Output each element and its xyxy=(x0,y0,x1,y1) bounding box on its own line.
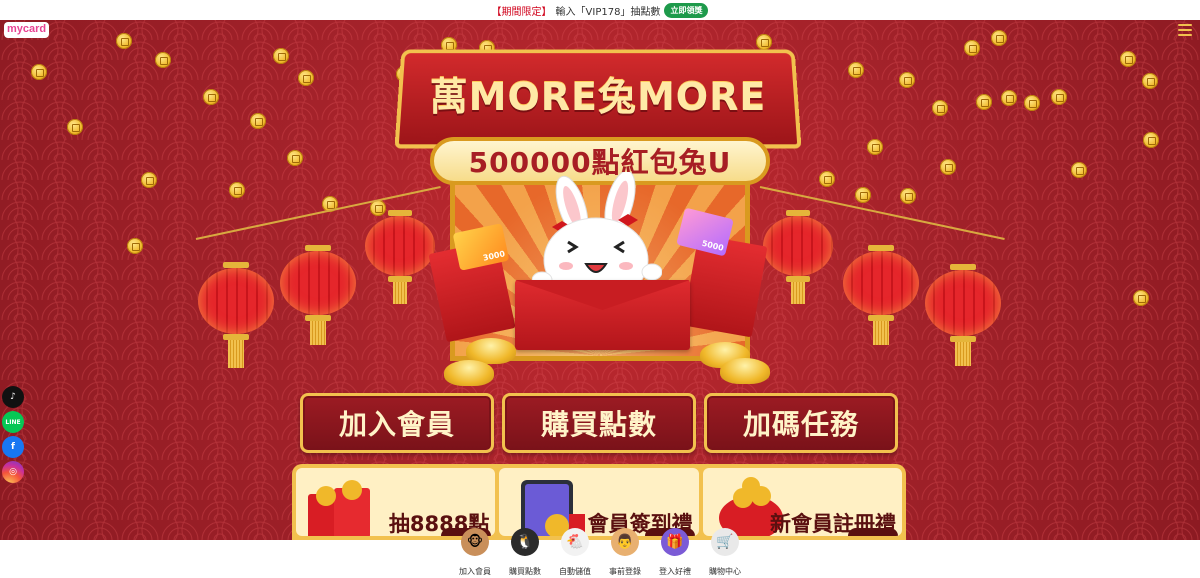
coin-icon xyxy=(1142,73,1158,89)
event-title: 萬MORE兔MORE xyxy=(429,75,767,119)
coin-icon xyxy=(116,33,132,49)
new-member-gift-card[interactable]: 新會員註冊禮 xyxy=(702,468,902,536)
lantern-icon xyxy=(198,262,274,370)
coin-icon xyxy=(127,238,143,254)
card-badge xyxy=(847,528,898,536)
lantern-icon xyxy=(365,210,435,306)
coin-icon xyxy=(867,139,883,155)
nav-pre-register[interactable]: 👨 事前登錄 xyxy=(607,528,643,578)
action-buttons: 加入會員 購買點數 加碼任務 xyxy=(300,393,898,453)
coin-icon xyxy=(1133,290,1149,306)
bonus-task-button[interactable]: 加碼任務 xyxy=(704,393,898,453)
coin-icon xyxy=(848,62,864,78)
coin-icon xyxy=(964,40,980,56)
coin-icon xyxy=(298,70,314,86)
facebook-icon[interactable]: f xyxy=(2,436,24,458)
gold-ingot-icon xyxy=(444,360,494,386)
coin-icon xyxy=(67,119,83,135)
coin-icon xyxy=(899,72,915,88)
tiktok-icon[interactable]: ♪ xyxy=(2,386,24,408)
header: mycard xyxy=(0,20,1200,42)
coin-icon xyxy=(756,34,772,50)
shopping-cart-icon: 🛒 xyxy=(711,528,739,556)
coin-icon xyxy=(991,30,1007,46)
social-sidebar: ♪ LINE f ◎ xyxy=(2,386,26,483)
nav-login-gift[interactable]: 🎁 登入好禮 xyxy=(657,528,693,578)
coin-icon xyxy=(203,89,219,105)
coin-icon xyxy=(855,187,871,203)
promo-tag: 【期間限定】 xyxy=(491,6,552,18)
monkey-icon: 🐵 xyxy=(461,528,489,556)
coin-icon xyxy=(1143,132,1159,148)
line-icon[interactable]: LINE xyxy=(2,411,24,433)
coin-icon xyxy=(1024,95,1040,111)
coin-icon xyxy=(1120,51,1136,67)
coin-icon xyxy=(31,64,47,80)
promo-bar: 【期間限定】 輸入「VIP178」抽點數 立即領獎 xyxy=(0,0,1200,20)
bottom-nav: 🐵 加入會員 🐧 購買點數 🐔 自動儲值 👨 事前登錄 🎁 登入好禮 🛒 購物中… xyxy=(0,528,1200,578)
buy-points-button[interactable]: 購買點數 xyxy=(502,393,696,453)
instagram-icon[interactable]: ◎ xyxy=(2,461,24,483)
coin-icon xyxy=(940,159,956,175)
lantern-icon xyxy=(280,245,356,347)
coin-icon xyxy=(900,188,916,204)
coin-icon xyxy=(819,171,835,187)
coin-icon xyxy=(141,172,157,188)
nav-join-member[interactable]: 🐵 加入會員 xyxy=(457,528,493,578)
hamburger-menu-icon[interactable] xyxy=(1178,24,1192,36)
coin-icon xyxy=(1001,90,1017,106)
mustache-icon: 👨 xyxy=(611,528,639,556)
promo-text: 輸入「VIP178」抽點數 xyxy=(555,6,661,18)
nav-buy-points[interactable]: 🐧 購買點數 xyxy=(507,528,543,578)
lantern-icon xyxy=(843,245,919,347)
tablet-prize-icon xyxy=(521,480,586,536)
promo-cards-panel: 抽8888點 會員簽到禮 新會員註冊禮 xyxy=(292,464,906,540)
mycard-logo[interactable]: mycard xyxy=(4,22,50,38)
checkin-gift-card[interactable]: 會員簽到禮 xyxy=(499,468,699,536)
rooster-icon: 🐔 xyxy=(561,528,589,556)
coin-icon xyxy=(287,150,303,166)
promo-claim-button[interactable]: 立即領獎 xyxy=(664,2,709,18)
coin-icon xyxy=(250,113,266,129)
nav-auto-topup[interactable]: 🐔 自動儲值 xyxy=(557,528,593,578)
coin-icon xyxy=(155,52,171,68)
lantern-icon xyxy=(763,210,833,306)
gift-box-icon: 🎁 xyxy=(661,528,689,556)
coin-icon xyxy=(932,100,948,116)
draw-points-card[interactable]: 抽8888點 xyxy=(296,468,496,536)
penguin-icon: 🐧 xyxy=(511,528,539,556)
lantern-icon xyxy=(925,264,1001,368)
coin-icon xyxy=(229,182,245,198)
coin-icon xyxy=(273,48,289,64)
nav-shopping-center[interactable]: 🛒 購物中心 xyxy=(707,528,743,578)
red-envelope-icon xyxy=(515,280,690,350)
red-envelopes-icon xyxy=(308,480,370,536)
gold-ingot-icon xyxy=(720,358,770,384)
coin-icon xyxy=(1051,89,1067,105)
coin-icon xyxy=(1071,162,1087,178)
join-member-button[interactable]: 加入會員 xyxy=(300,393,494,453)
coin-icon xyxy=(976,94,992,110)
